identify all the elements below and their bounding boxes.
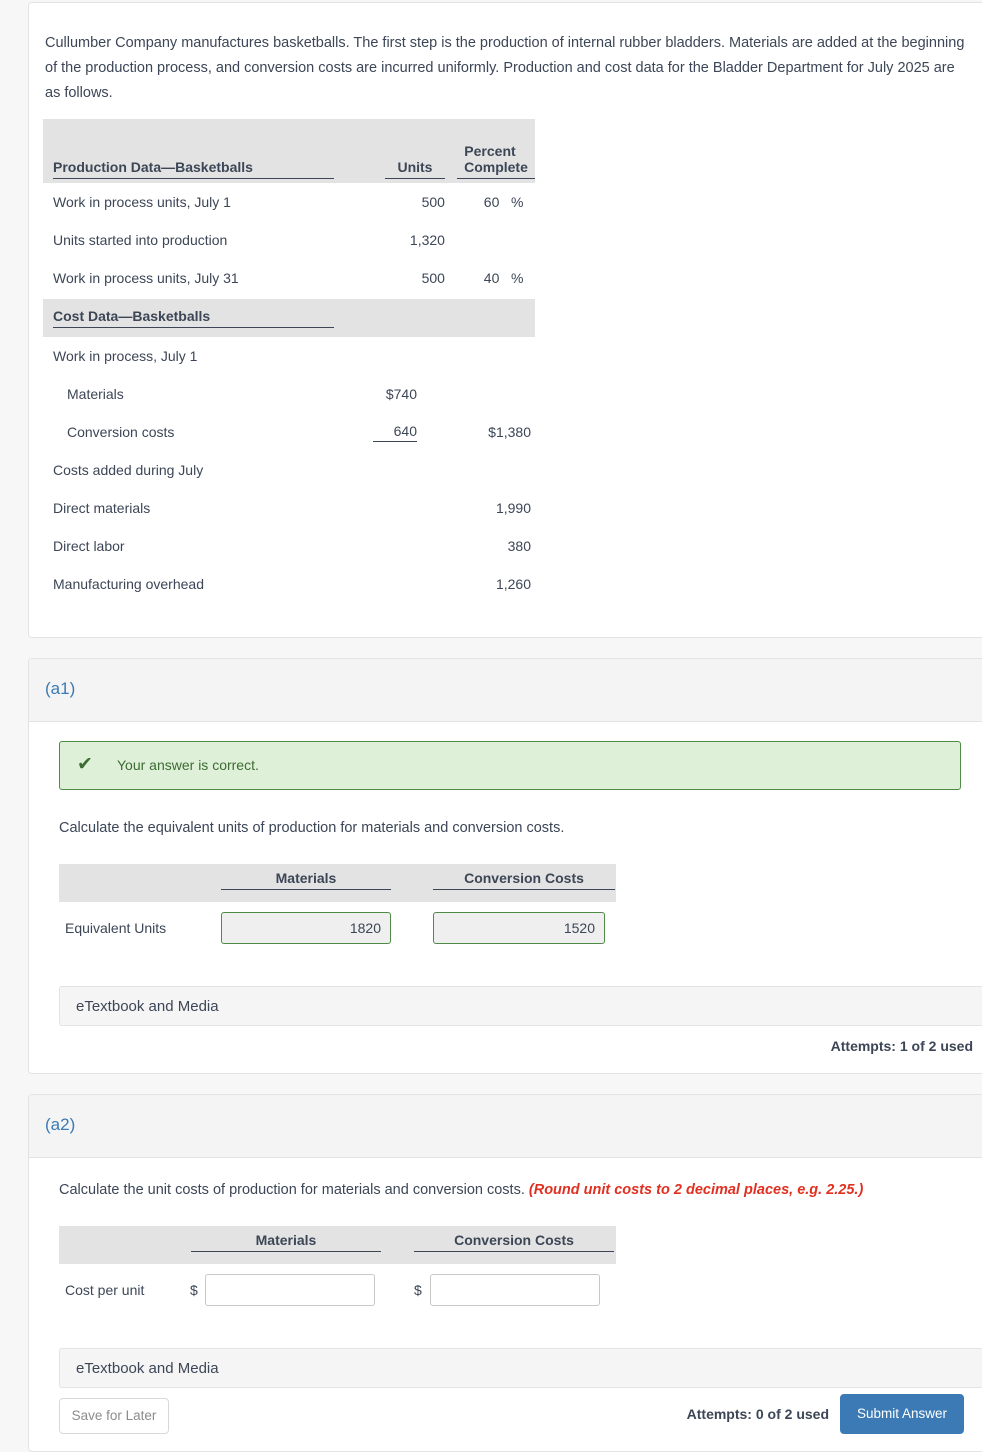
cost-per-unit-table: Materials Conversion Costs Cost per unit… <box>59 1226 659 1306</box>
cost-row-col2: 1,260 <box>495 576 531 592</box>
cost-row-col1 <box>307 451 421 489</box>
answer-correct-text: Your answer is correct. <box>117 757 259 773</box>
cost-row-col1 <box>307 527 421 565</box>
cost-per-unit-conversion-input[interactable] <box>430 1274 600 1306</box>
cost-per-unit-materials-header: Materials <box>191 1232 381 1252</box>
production-units-header: Units <box>384 159 445 179</box>
table-row: Work in process, July 1 <box>43 337 535 375</box>
part-a1-card: (a1) ✔ Your answer is correct. Calculate… <box>28 658 982 1074</box>
cost-row-col2: $1,380 <box>488 424 531 440</box>
cost-table-title-cell: Cost Data—Basketballs <box>43 299 535 337</box>
production-units-header-cell: Units <box>359 119 445 183</box>
production-row-units: 500 <box>421 194 445 210</box>
cost-row-col2: 380 <box>507 538 531 554</box>
table-row: Conversion costs 640 $1,380 <box>43 413 535 451</box>
cost-row-col2 <box>421 337 535 375</box>
table-row: Materials $740 <box>43 375 535 413</box>
cost-row-label: Materials <box>67 386 124 402</box>
production-percent-header-cell: Percent Complete <box>444 119 535 183</box>
table-row: Work in process units, July 1 500 60 % <box>43 183 535 221</box>
attempts-a1: Attempts: 1 of 2 used <box>830 1038 973 1054</box>
cost-row-label: Work in process, July 1 <box>53 348 198 364</box>
table-row: Manufacturing overhead 1,260 <box>43 565 535 603</box>
table-row: Costs added during July <box>43 451 535 489</box>
cost-row-col2 <box>421 451 535 489</box>
production-row-percent: 40 <box>483 270 500 286</box>
part-a2-prompt: Calculate the unit costs of production f… <box>59 1182 525 1198</box>
cost-row-col2 <box>421 375 535 413</box>
equivalent-units-header-row: Materials Conversion Costs <box>59 864 616 902</box>
table-row: Direct labor 380 <box>43 527 535 565</box>
problem-intro-text: Cullumber Company manufactures basketbal… <box>45 35 965 101</box>
equivalent-units-materials-input[interactable]: 1820 <box>221 912 391 944</box>
production-percent-header-line2: Complete <box>457 159 535 179</box>
etextbook-and-media-a1[interactable]: eTextbook and Media <box>59 986 982 1026</box>
table-row: Direct materials 1,990 <box>43 489 535 527</box>
attempts-a2: Attempts: 0 of 2 used <box>686 1406 829 1422</box>
cost-row-col2: 1,990 <box>495 500 531 516</box>
part-a1-label: (a1) <box>45 679 76 698</box>
production-row-label: Work in process units, July 1 <box>53 194 231 210</box>
part-a1-prompt: Calculate the equivalent units of produc… <box>59 820 565 836</box>
part-a2-label: (a2) <box>45 1115 76 1134</box>
part-a2-header: (a2) <box>29 1095 982 1158</box>
equivalent-units-conversion-input[interactable]: 1520 <box>433 912 605 944</box>
cost-row-col1 <box>307 489 421 527</box>
cost-table-title: Cost Data—Basketballs <box>53 308 334 328</box>
part-a1-header: (a1) <box>29 659 982 722</box>
cost-row-label: Conversion costs <box>67 424 175 440</box>
cost-row-label: Direct materials <box>53 500 151 516</box>
table-row: Work in process units, July 31 500 40 % <box>43 259 535 297</box>
answer-correct-alert: ✔ Your answer is correct. <box>59 741 961 790</box>
production-row-percent-symbol: % <box>510 270 524 286</box>
submit-answer-button[interactable]: Submit Answer <box>840 1394 964 1434</box>
part-a2-card: (a2) Calculate the unit costs of product… <box>28 1094 982 1452</box>
production-row-percent: 60 <box>483 194 500 210</box>
etextbook-and-media-label: eTextbook and Media <box>76 1360 219 1377</box>
cost-row-col1 <box>307 337 421 375</box>
production-row-label: Work in process units, July 31 <box>53 270 239 286</box>
equivalent-units-conversion-header: Conversion Costs <box>433 870 615 890</box>
cost-row-col1: 640 <box>373 423 417 442</box>
production-row-percent-symbol: % <box>510 194 524 210</box>
equivalent-units-row-label: Equivalent Units <box>65 920 167 936</box>
cost-row-label: Costs added during July <box>53 462 204 478</box>
cost-row-label: Manufacturing overhead <box>53 576 204 592</box>
cost-per-unit-row-label: Cost per unit <box>65 1282 145 1298</box>
cost-row-col1: $740 <box>385 386 417 402</box>
etextbook-and-media-a2[interactable]: eTextbook and Media <box>59 1348 982 1388</box>
cost-per-unit-conversion-header: Conversion Costs <box>414 1232 614 1252</box>
production-row-units: 1,320 <box>409 232 445 248</box>
check-icon: ✔ <box>77 754 93 775</box>
production-row-percent-symbol <box>499 221 535 259</box>
equivalent-units-materials-header: Materials <box>221 870 391 890</box>
equivalent-units-table: Materials Conversion Costs Equivalent Un… <box>59 864 659 944</box>
production-data-table: Production Data—Basketballs Units Percen… <box>43 119 535 297</box>
production-percent-header-line1: Percent <box>464 143 516 159</box>
cost-row-label: Direct labor <box>53 538 125 554</box>
cost-row-col1-cell: 640 <box>307 413 421 451</box>
part-a2-prompt-note: (Round unit costs to 2 decimal places, e… <box>528 1182 864 1198</box>
save-for-later-button[interactable]: Save for Later <box>59 1398 169 1434</box>
production-row-units: 500 <box>421 270 445 286</box>
currency-symbol-conversion: $ <box>414 1282 422 1298</box>
problem-statement-card: Cullumber Company manufactures basketbal… <box>28 2 982 638</box>
table-row: Units started into production 1,320 <box>43 221 535 259</box>
cost-per-unit-header-row: Materials Conversion Costs <box>59 1226 616 1264</box>
currency-symbol-materials: $ <box>190 1282 198 1298</box>
production-table-title: Production Data—Basketballs <box>53 159 334 179</box>
production-table-title-cell: Production Data—Basketballs <box>43 119 360 183</box>
cost-row-col1 <box>307 565 421 603</box>
production-row-label: Units started into production <box>53 232 228 248</box>
production-row-percent <box>445 221 499 259</box>
cost-data-table: Cost Data—Basketballs Work in process, J… <box>43 299 535 603</box>
cost-per-unit-materials-input[interactable] <box>205 1274 375 1306</box>
etextbook-and-media-label: eTextbook and Media <box>76 998 219 1015</box>
assignment-page: Cullumber Company manufactures basketbal… <box>0 0 982 1452</box>
cost-table-header-row: Cost Data—Basketballs <box>43 299 535 337</box>
production-table-header-row: Production Data—Basketballs Units Percen… <box>43 119 535 183</box>
